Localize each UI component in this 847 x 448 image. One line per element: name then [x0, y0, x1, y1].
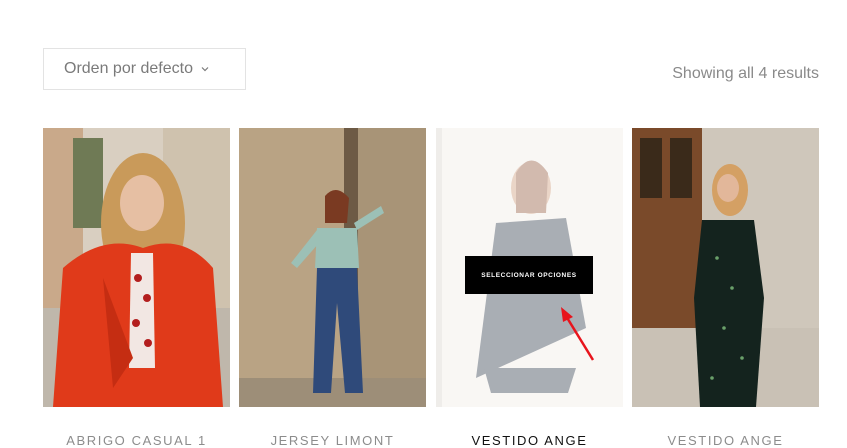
product-image[interactable] [632, 128, 819, 407]
product-image[interactable] [43, 128, 230, 407]
product-card[interactable]: SELECCIONAR OPCIONES VESTIDO ANGE [436, 128, 623, 448]
sort-selected-label: Orden por defecto [64, 60, 193, 77]
select-options-button[interactable]: SELECCIONAR OPCIONES [465, 256, 593, 294]
product-card[interactable]: JERSEY LIMONT [239, 128, 426, 448]
chevron-down-icon [201, 67, 209, 72]
product-card[interactable]: VESTIDO ANGE [632, 128, 819, 448]
product-image[interactable] [239, 128, 426, 407]
product-image[interactable]: SELECCIONAR OPCIONES [436, 128, 623, 407]
sort-dropdown[interactable]: Orden por defecto [43, 48, 246, 90]
result-count: Showing all 4 results [672, 65, 819, 82]
product-card[interactable]: ABRIGO CASUAL 1 [43, 128, 230, 448]
